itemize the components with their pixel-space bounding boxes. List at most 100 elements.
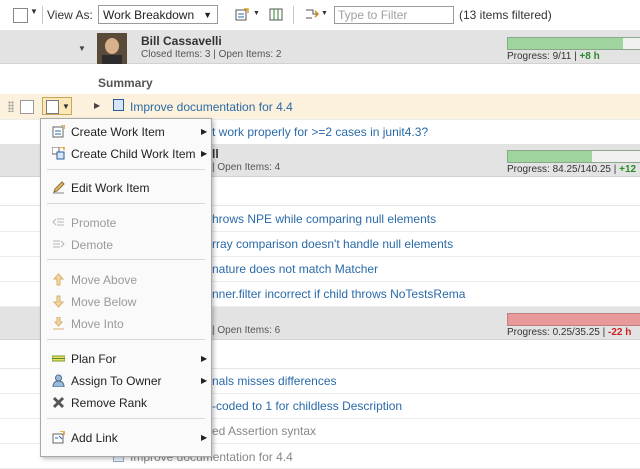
row-actions-menu-button[interactable]: ▼ — [42, 97, 72, 115]
menu-item-move-above[interactable]: Move Above — [41, 270, 211, 290]
progress-bar — [507, 313, 640, 326]
progress-bar — [507, 37, 640, 50]
progress-fill — [508, 38, 623, 49]
work-item-link[interactable]: -coded to 1 for childless Description — [212, 399, 402, 413]
chevron-down-icon[interactable]: ▼ — [321, 10, 328, 17]
chevron-down-icon[interactable]: ▼ — [253, 10, 260, 17]
progress-fill — [508, 314, 640, 325]
menu-item-label: Move Into — [71, 317, 124, 331]
menu-item-demote[interactable]: Demote — [41, 235, 211, 255]
progress-label: Progress: 0.25/35.25 | — [507, 327, 608, 338]
drag-handle-icon[interactable] — [8, 101, 14, 112]
view-as-label: View As: — [47, 8, 93, 22]
menu-separator — [47, 203, 205, 204]
filter-input[interactable] — [334, 6, 454, 24]
submenu-arrow-icon: ▶ — [201, 376, 208, 385]
progress-text: Progress: 84.25/140.25 | +12 — [507, 164, 636, 175]
menu-item-label: Create Child Work Item — [71, 147, 196, 161]
owner-name: Bill Cassavelli — [141, 34, 222, 48]
menu-item-plan-for[interactable]: Plan For ▶ — [41, 349, 211, 369]
edit-columns-icon[interactable] — [235, 8, 249, 21]
user-icon — [52, 374, 65, 387]
menu-item-assign-to-owner[interactable]: Assign To Owner ▶ — [41, 371, 211, 391]
filter-icon[interactable] — [305, 8, 319, 21]
menu-item-label: Edit Work Item — [71, 181, 150, 195]
submenu-arrow-icon: ▶ — [201, 149, 208, 158]
create-child-work-item-icon — [52, 147, 65, 160]
view-as-value: Work Breakdown — [103, 8, 195, 22]
columns-icon[interactable] — [269, 8, 283, 21]
menu-item-label: Remove Rank — [71, 396, 148, 410]
progress-text: Progress: 9/11 | +8 h — [507, 51, 600, 62]
progress-label: Progress: 9/11 | — [507, 51, 580, 62]
submenu-arrow-icon: ▶ — [201, 354, 208, 363]
progress-delta: +8 h — [579, 51, 600, 62]
menu-item-add-link[interactable]: Add Link ▶ — [41, 428, 211, 448]
collapse-triangle-icon[interactable]: ▼ — [78, 44, 86, 53]
menu-item-move-below[interactable]: Move Below — [41, 292, 211, 312]
menu-separator — [47, 418, 205, 419]
work-item-link[interactable]: hrows NPE while comparing null elements — [212, 212, 436, 226]
story-icon — [113, 99, 124, 111]
chevron-down-icon: ▼ — [203, 10, 212, 20]
menu-separator — [47, 339, 205, 340]
row-checkbox[interactable] — [20, 100, 34, 114]
table-row[interactable]: ▼ ▶ Improve documentation for 4.4 — [0, 94, 640, 120]
submenu-arrow-icon: ▶ — [201, 433, 208, 442]
progress-delta: +12 — [619, 164, 637, 175]
work-item-link[interactable]: nner.filter incorrect if child throws No… — [212, 287, 465, 301]
owner-group-row[interactable]: ▼ Bill Cassavelli Closed Items: 3 | Open… — [0, 31, 640, 64]
add-link-icon — [52, 431, 65, 444]
menu-item-label: Assign To Owner — [71, 374, 162, 388]
work-item-link[interactable]: t work properly for >=2 cases in junit4.… — [212, 125, 428, 139]
owner-items-count: Closed Items: 3 | Open Items: 2 — [141, 49, 282, 60]
menu-item-label: Create Work Item — [71, 125, 165, 139]
menu-item-label: Move Below — [71, 295, 137, 309]
progress-text: Progress: 0.25/35.25 | -22 h — [507, 327, 631, 338]
toolbar: ▼ View As: Work Breakdown ▼ ▼ ▼ (13 item… — [0, 0, 640, 31]
progress-fill — [508, 151, 592, 162]
menu-item-create-work-item[interactable]: Create Work Item ▶ — [41, 122, 211, 142]
avatar — [97, 33, 127, 64]
move-into-icon — [53, 317, 64, 330]
demote-icon — [53, 240, 65, 248]
owner-items-count: | Open Items: 4 — [212, 162, 281, 173]
move-below-icon — [52, 295, 65, 308]
expand-triangle-icon[interactable]: ▶ — [94, 101, 100, 110]
create-work-item-icon — [52, 125, 65, 138]
work-item-link[interactable]: ed Assertion syntax — [212, 424, 316, 438]
menu-separator — [47, 169, 205, 170]
progress-label: Progress: 84.25/140.25 | — [507, 164, 620, 175]
promote-icon — [52, 218, 64, 226]
work-item-link[interactable]: rray comparison doesn't handle null elem… — [212, 237, 453, 251]
menu-item-label: Plan For — [71, 352, 117, 366]
menu-item-label: Move Above — [71, 273, 138, 287]
progress-bar — [507, 150, 640, 163]
menu-item-edit-work-item[interactable]: Edit Work Item — [41, 178, 211, 198]
menu-item-create-child-work-item[interactable]: Create Child Work Item ▶ — [41, 144, 211, 164]
summary-header: Summary — [0, 70, 640, 95]
menu-item-label: Add Link — [71, 431, 118, 445]
view-as-select[interactable]: Work Breakdown ▼ — [98, 5, 218, 24]
menu-item-move-into[interactable]: Move Into — [41, 314, 211, 334]
menu-item-label: Demote — [71, 238, 114, 252]
edit-pencil-icon — [53, 181, 65, 194]
chevron-down-icon: ▼ — [62, 102, 70, 111]
work-item-link[interactable]: Improve documentation for 4.4 — [130, 100, 293, 114]
owner-items-count: | Open Items: 6 — [212, 325, 281, 336]
menu-separator — [47, 259, 205, 260]
work-item-link[interactable]: nature does not match Matcher — [212, 262, 378, 276]
move-above-icon — [52, 273, 65, 286]
summary-column-header: Summary — [98, 76, 153, 90]
menu-item-remove-rank[interactable]: Remove Rank — [41, 393, 211, 413]
toolbar-divider — [42, 6, 43, 24]
filter-count: (13 items filtered) — [459, 8, 552, 22]
remove-x-icon — [52, 396, 65, 409]
select-all-checkbox[interactable] — [13, 8, 28, 23]
work-item-link[interactable]: nals misses differences — [212, 374, 337, 388]
context-menu: Create Work Item ▶ Create Child Work Ite… — [40, 118, 212, 457]
toolbar-divider — [293, 6, 294, 24]
menu-item-promote[interactable]: Promote — [41, 213, 211, 233]
select-all-dropdown-icon[interactable]: ▼ — [30, 7, 38, 16]
plan-for-icon — [52, 355, 65, 362]
